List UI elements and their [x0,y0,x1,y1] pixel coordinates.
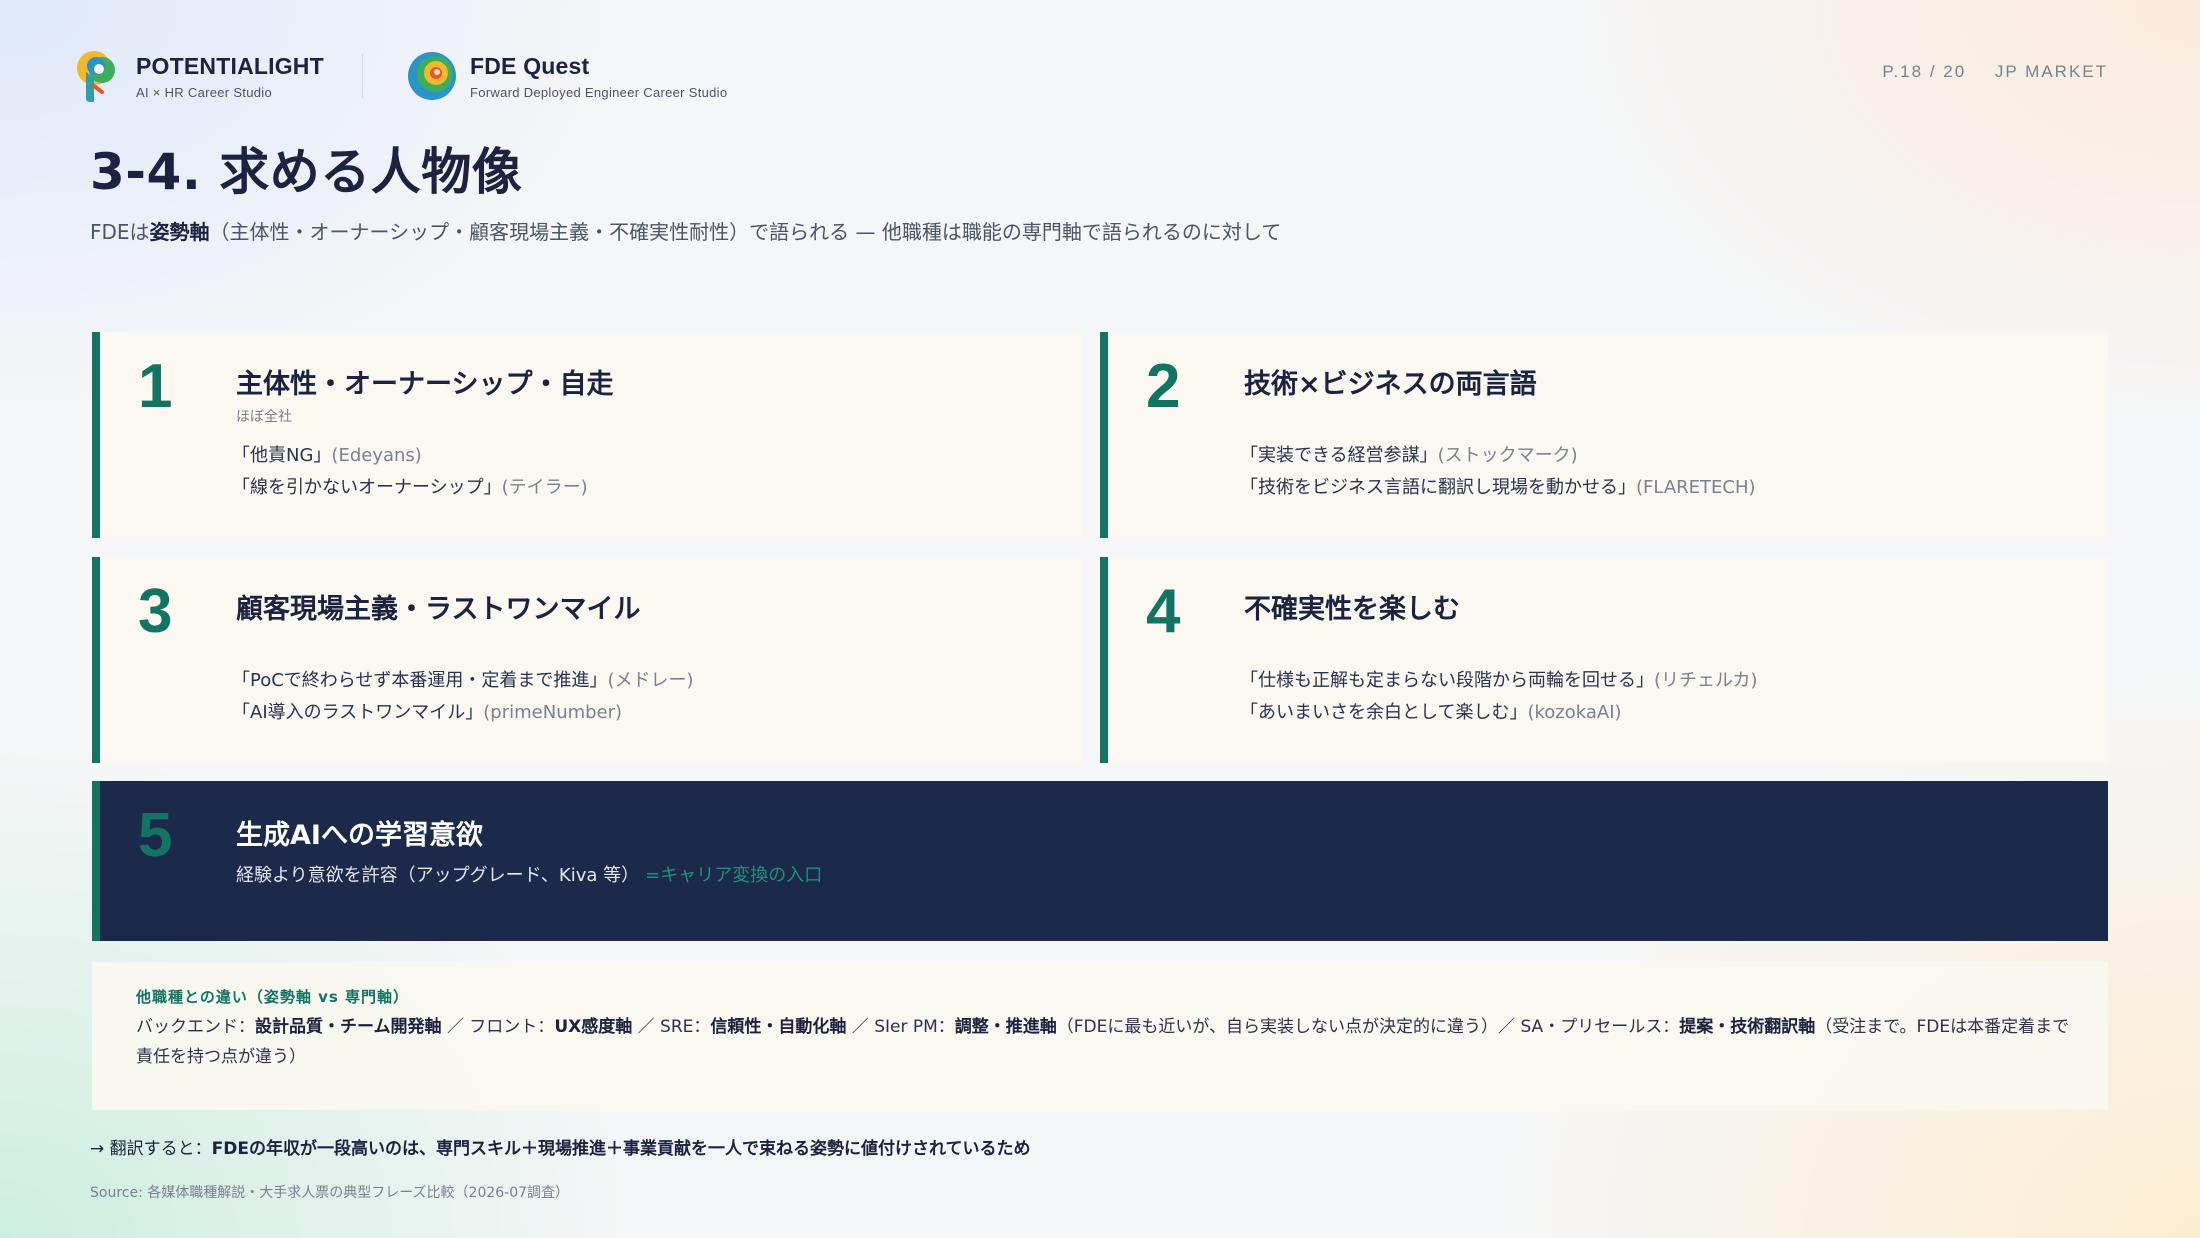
accent-text: =キャリア変換の入口 [645,865,823,886]
card-number: 5 [138,801,173,870]
page-number: P.18 / 20 [1882,62,1967,81]
quote-line: 「PoCで終わらせず本番運用・定着まで推進」(メドレー) [232,670,694,691]
card-heading: 技術×ビジネスの両言語 [1244,369,1537,400]
card-description: 経験より意欲を許容（アップグレード、Kiva 等） =キャリア変換の入口 [236,865,823,886]
brand-name: POTENTIALIGHT [136,52,324,79]
quote-line: 「他責NG」(Edeyans) [232,445,422,466]
card-quotes: 「PoCで終わらせず本番運用・定着まで推進」(メドレー) 「AI導入のラストワン… [232,665,693,729]
page-meta: P.18 / 20 JP MARKET [1882,62,2108,82]
card-quotes: 「仕様も正解も定まらない段階から両輪を回せる」(リチェルカ) 「あいまいさを余白… [1240,665,1758,729]
card-number: 1 [138,352,173,421]
brand-fde-quest[interactable]: FDE Quest Forward Deployed Engineer Care… [406,48,727,104]
card-number: 4 [1146,577,1181,646]
quote-line: 「線を引かないオーナーシップ」(テイラー) [232,477,588,498]
brand-potentialight[interactable]: POTENTIALIGHT AI × HR Career Studio [72,48,324,104]
header: POTENTIALIGHT AI × HR Career Studio FDE … [72,48,2108,108]
card-heading: 生成AIへの学習意欲 [236,820,483,851]
trait-card-2: 2 技術×ビジネスの両言語 「実装できる経営参謀」(ストックマーク) 「技術をビ… [1100,332,2108,538]
quote-line: 「あいまいさを余白として楽しむ」(kozokaAI) [1240,702,1622,723]
card-note: ほぼ全社 [236,409,292,425]
brand-name: FDE Quest [470,52,590,79]
fde-quest-logo-icon [408,52,456,100]
comparison-box: 他職種との違い（姿勢軸 vs 専門軸） バックエンド：設計品質・チーム開発軸 ／… [92,962,2108,1110]
card-quotes: 「他責NG」(Edeyans) 「線を引かないオーナーシップ」(テイラー) [232,440,588,504]
brand-tagline: Forward Deployed Engineer Career Studio [470,84,728,100]
comparison-text: バックエンド：設計品質・チーム開発軸 ／ フロント：UX感度軸 ／ SRE：信頼… [136,1017,2070,1067]
card-number: 3 [138,577,173,646]
conclusion-line: → 翻訳すると：FDEの年収が一段高いのは、専門スキル＋現場推進＋事業貢献を一人… [90,1139,1031,1159]
potentialight-logo-icon [77,51,115,102]
trait-card-3: 3 顧客現場主義・ラストワンマイル 「PoCで終わらせず本番運用・定着まで推進」… [92,557,1082,763]
market-label: JP MARKET [1994,62,2108,81]
quote-line: 「AI導入のラストワンマイル」(primeNumber) [232,702,623,723]
trait-card-4: 4 不確実性を楽しむ 「仕様も正解も定まらない段階から両輪を回せる」(リチェルカ… [1100,557,2108,763]
comparison-label: 他職種との違い（姿勢軸 vs 専門軸） [136,988,410,1006]
header-divider [362,54,363,98]
quote-line: 「仕様も正解も定まらない段階から両輪を回せる」(リチェルカ) [1240,670,1758,691]
card-heading: 主体性・オーナーシップ・自走 [236,369,614,400]
page-title: 3-4. 求める人物像 [90,143,523,201]
card-heading: 不確実性を楽しむ [1244,594,1460,625]
trait-card-1: 1 主体性・オーナーシップ・自走 ほぼ全社 「他責NG」(Edeyans) 「線… [92,332,1082,538]
source-note: Source: 各媒体職種解説・大手求人票の典型フレーズ比較（2026-07調査… [90,1185,570,1201]
brand-tagline: AI × HR Career Studio [136,84,272,100]
quote-line: 「技術をビジネス言語に翻訳し現場を動かせる」(FLARETECH) [1240,477,1756,498]
page-subtitle: FDEは姿勢軸（主体性・オーナーシップ・顧客現場主義・不確実性耐性）で語られる … [90,220,1282,244]
card-number: 2 [1146,352,1181,421]
trait-card-5-highlight: 5 生成AIへの学習意欲 経験より意欲を許容（アップグレード、Kiva 等） =キ… [92,781,2108,941]
card-heading: 顧客現場主義・ラストワンマイル [236,594,641,625]
quote-line: 「実装できる経営参謀」(ストックマーク) [1240,445,1578,466]
card-quotes: 「実装できる経営参謀」(ストックマーク) 「技術をビジネス言語に翻訳し現場を動か… [1240,440,1756,504]
